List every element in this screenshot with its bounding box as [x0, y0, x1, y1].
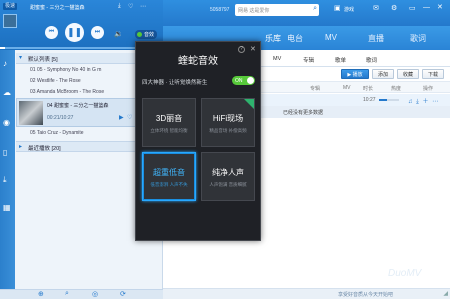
progress-fill [0, 47, 5, 49]
search-icon[interactable]: ⌕ [65, 290, 69, 298]
music-note-icon[interactable]: ♪ [3, 59, 12, 68]
effect-toggle[interactable]: ON [232, 76, 255, 85]
download-icon[interactable]: ⤓ [118, 3, 121, 10]
tab-live[interactable]: 直播 [368, 33, 384, 44]
tile-3d-sound[interactable]: 3D丽音 立体环绕 智能均衡 [142, 98, 196, 147]
expand-arrow-icon: ▾ [19, 55, 23, 61]
tab-mv[interactable]: MV [325, 33, 337, 42]
like-icon[interactable]: ♡ [127, 114, 132, 121]
phone-icon[interactable]: ▯ [3, 148, 12, 157]
main-footer: 享受好音质从今天开始吧 ◢ [163, 288, 450, 299]
add-icon[interactable]: ⊕ [38, 290, 44, 298]
volume-icon[interactable]: 🔉 [114, 30, 123, 38]
left-footer-toolbar: ⊕ ⌕ ◎ ⟳ [0, 289, 163, 299]
play-all-button[interactable]: ▶ 播放 [341, 69, 369, 79]
tile-hifi-live[interactable]: HiFi现场 精品音场 补偿高频 [201, 98, 255, 147]
skin-icon[interactable]: ✉ [373, 4, 379, 12]
tab-mv-results[interactable]: MV [273, 56, 281, 62]
minimize-icon[interactable]: — [423, 4, 430, 11]
toggle-knob [247, 77, 254, 84]
like-icon[interactable]: ♡ [128, 3, 133, 10]
apps-grid-icon[interactable]: ▦ [3, 203, 12, 212]
resize-grip-icon[interactable]: ◢ [443, 290, 448, 297]
heat-bar [379, 99, 399, 101]
tile-pure-vocal[interactable]: 纯净人声 人声饱满 音质细腻 [201, 152, 255, 201]
cloud-icon[interactable]: ☁ [3, 88, 12, 97]
loop-icon[interactable]: ⟳ [120, 290, 126, 298]
close-icon[interactable]: ✕ [437, 3, 443, 11]
tab-album-results[interactable]: 专辑 [303, 56, 314, 64]
pause-button[interactable]: ❚❚ [65, 23, 84, 42]
watermark: DuoMV [388, 268, 422, 279]
heat-fill [379, 99, 387, 101]
mini-mode-icon[interactable]: ▭ [409, 4, 416, 12]
help-icon[interactable]: ? [238, 46, 245, 53]
download-button[interactable]: 下载 [422, 69, 444, 79]
locate-icon[interactable]: ◎ [92, 290, 98, 298]
tab-playlist-results[interactable]: 歌单 [335, 56, 346, 64]
now-playing-thumbnail [19, 101, 43, 125]
album-art [3, 14, 17, 28]
search-box[interactable]: 网易 这是爱你 ⌕ [235, 4, 319, 16]
top-bar: 5058797 网易 这是爱你 ⌕ ▣ 游戏 ✉ ⚙ ▭ — ✕ [163, 0, 450, 26]
tab-radio[interactable]: 电台 [287, 33, 303, 44]
settings-icon[interactable]: ⚙ [391, 4, 397, 12]
download-manager-icon[interactable]: ⤓ [3, 175, 12, 184]
search-icon[interactable]: ⌕ [313, 5, 317, 13]
tab-lyrics[interactable]: 歌词 [410, 33, 426, 44]
new-ribbon-icon [244, 99, 254, 109]
close-icon[interactable]: ✕ [250, 45, 256, 53]
tab-music-library[interactable]: 乐库 [265, 33, 281, 44]
play-icon: ▶ [347, 72, 352, 78]
track-title: 甜蜜蜜 - 三分之一猫篮森 [30, 5, 85, 11]
sound-effect-popup: 蝰蛇音效 ? ✕ 四大神器 · 让听觉焕然新生 ON 3D丽音 立体环绕 智能均… [135, 41, 261, 241]
expand-arrow-icon: ▸ [19, 144, 23, 150]
user-id[interactable]: 5058797 [210, 7, 229, 13]
menu-button[interactable]: 极速 [3, 3, 17, 10]
tile-super-bass[interactable]: 超重低音 低音澎湃 人声不失 [142, 152, 196, 201]
tab-lyrics-results[interactable]: 歌词 [366, 56, 377, 64]
popup-title: 蝰蛇音效 [178, 56, 218, 67]
power-dot-icon [137, 32, 142, 37]
popup-subtitle: 四大神器 · 让听觉焕然新生 [142, 80, 208, 86]
left-icon-strip: ♪ ☁ ◉ ▯ ⤓ ▦ [0, 50, 15, 299]
sound-effect-badge[interactable]: 音效 [135, 30, 157, 39]
row-actions-icons[interactable]: ♫ ⤓ ＋ ⋯ [408, 96, 439, 106]
game-icon[interactable]: ▣ [334, 4, 341, 12]
radio-icon[interactable]: ◉ [3, 118, 12, 127]
mv-icon[interactable]: ▶ [119, 114, 124, 121]
next-button[interactable]: ⏭ [91, 26, 104, 39]
collect-button[interactable]: 收藏 [397, 69, 419, 79]
add-button[interactable]: 添加 [372, 69, 394, 79]
prev-button[interactable]: ⏮ [45, 26, 58, 39]
share-icon[interactable]: ⋯ [140, 3, 146, 10]
